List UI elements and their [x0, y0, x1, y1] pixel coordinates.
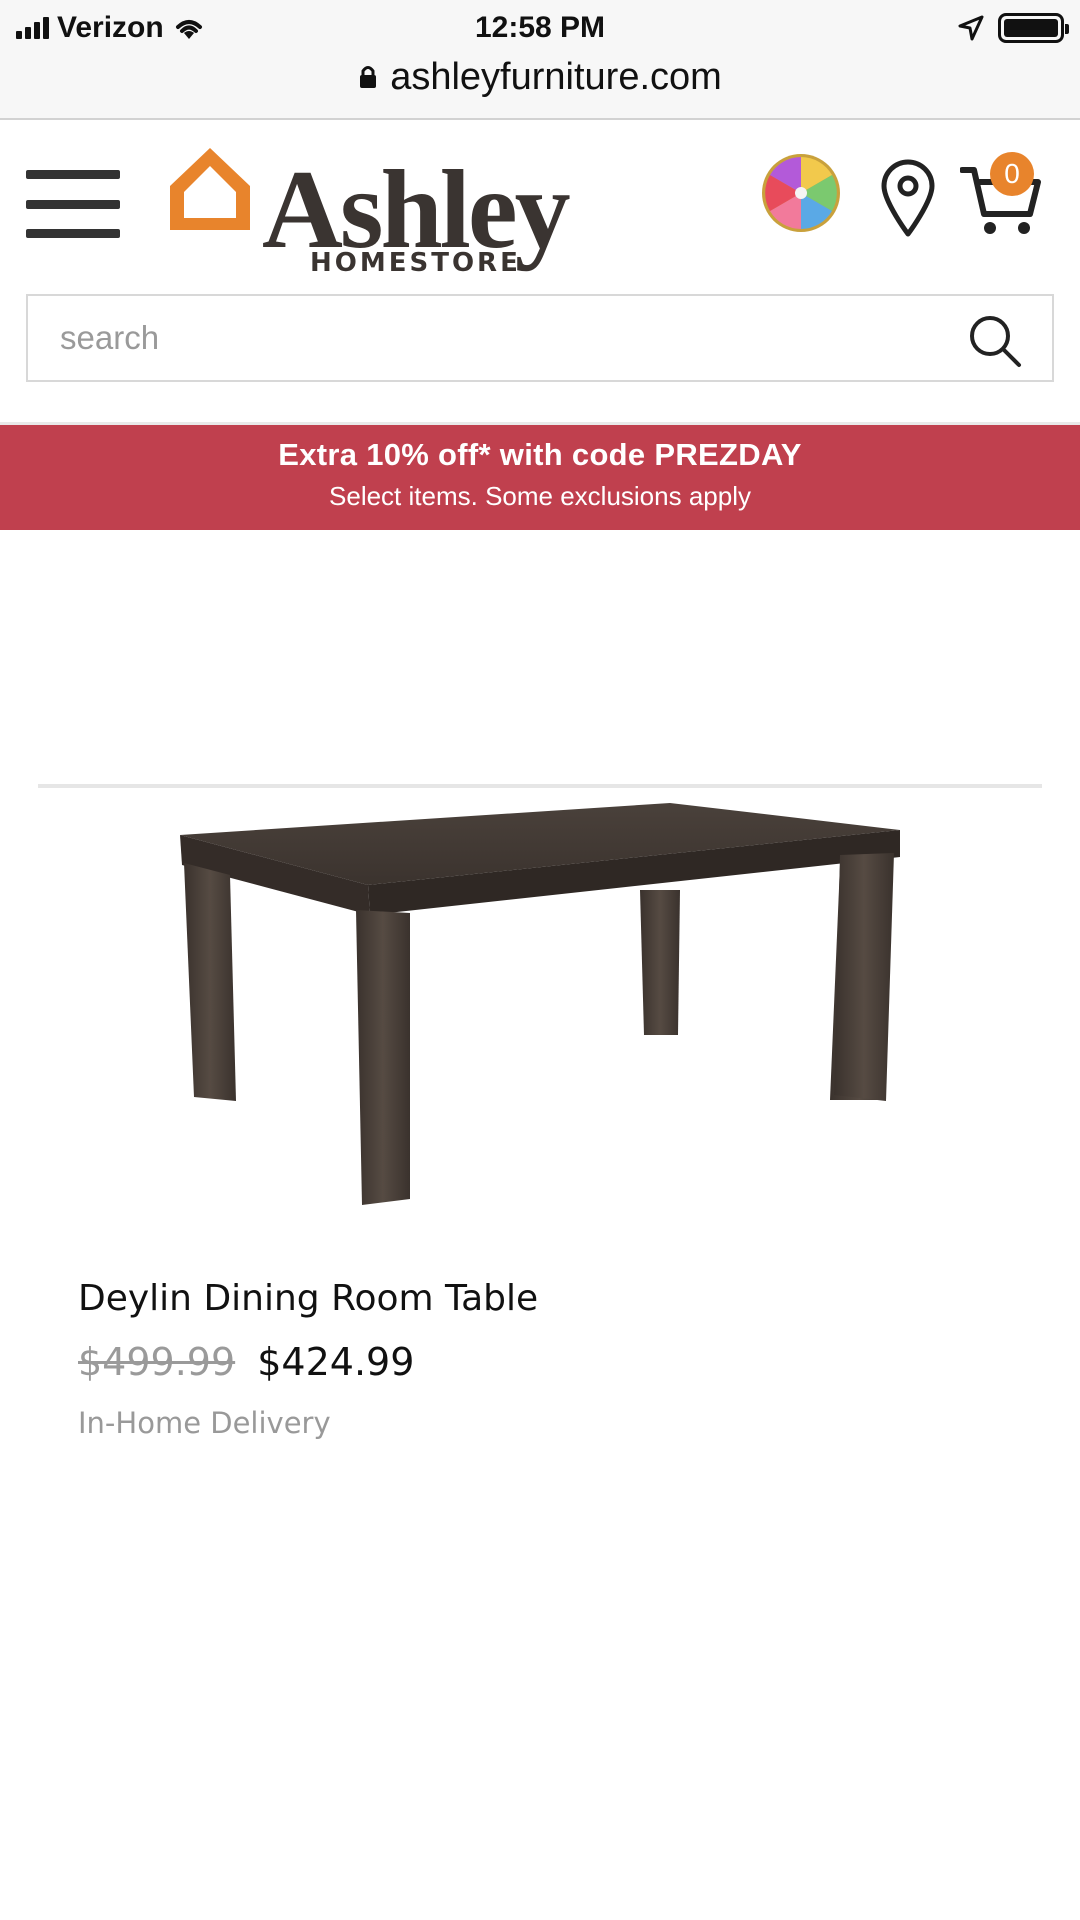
spin-wheel-icon[interactable] — [760, 152, 842, 234]
search-icon[interactable] — [968, 314, 1022, 368]
product-name[interactable]: Deylin Dining Room Table — [78, 1278, 538, 1319]
search-input[interactable] — [28, 296, 928, 380]
promo-subtitle: Select items. Some exclusions apply — [329, 481, 751, 511]
ashley-logo[interactable]: Ashley HOMESTORE — [162, 134, 571, 294]
cart-count-badge: 0 — [990, 152, 1034, 196]
menu-icon[interactable] — [26, 170, 120, 238]
address-bar[interactable]: ashleyfurniture.com — [0, 52, 1080, 102]
original-price: $499.99 — [78, 1340, 236, 1384]
battery-icon — [998, 13, 1069, 43]
location-pin-icon[interactable] — [880, 158, 936, 238]
sale-price: $424.99 — [257, 1340, 415, 1384]
logo-subtitle: HOMESTORE — [310, 248, 521, 278]
delivery-info: In-Home Delivery — [78, 1406, 331, 1440]
lock-icon — [360, 66, 377, 88]
house-logo-icon — [170, 148, 250, 230]
search-bar — [26, 294, 1054, 382]
site-header: Ashley HOMESTORE 0 — [0, 122, 1080, 282]
clock: 12:58 PM — [474, 11, 606, 44]
location-arrow-icon — [958, 15, 984, 41]
section-divider — [38, 784, 1042, 788]
status-bar: Verizon 12:58 PM ashleyfurniture.com — [0, 0, 1080, 120]
system-icons — [958, 8, 1069, 48]
url-text: ashleyfurniture.com — [390, 55, 722, 98]
product-image[interactable] — [170, 795, 910, 1235]
price-row: $499.99 $424.99 — [78, 1340, 414, 1384]
promo-banner[interactable]: Extra 10% off* with code PREZDAY Select … — [0, 422, 1080, 530]
promo-title: Extra 10% off* with code PREZDAY — [278, 437, 802, 472]
